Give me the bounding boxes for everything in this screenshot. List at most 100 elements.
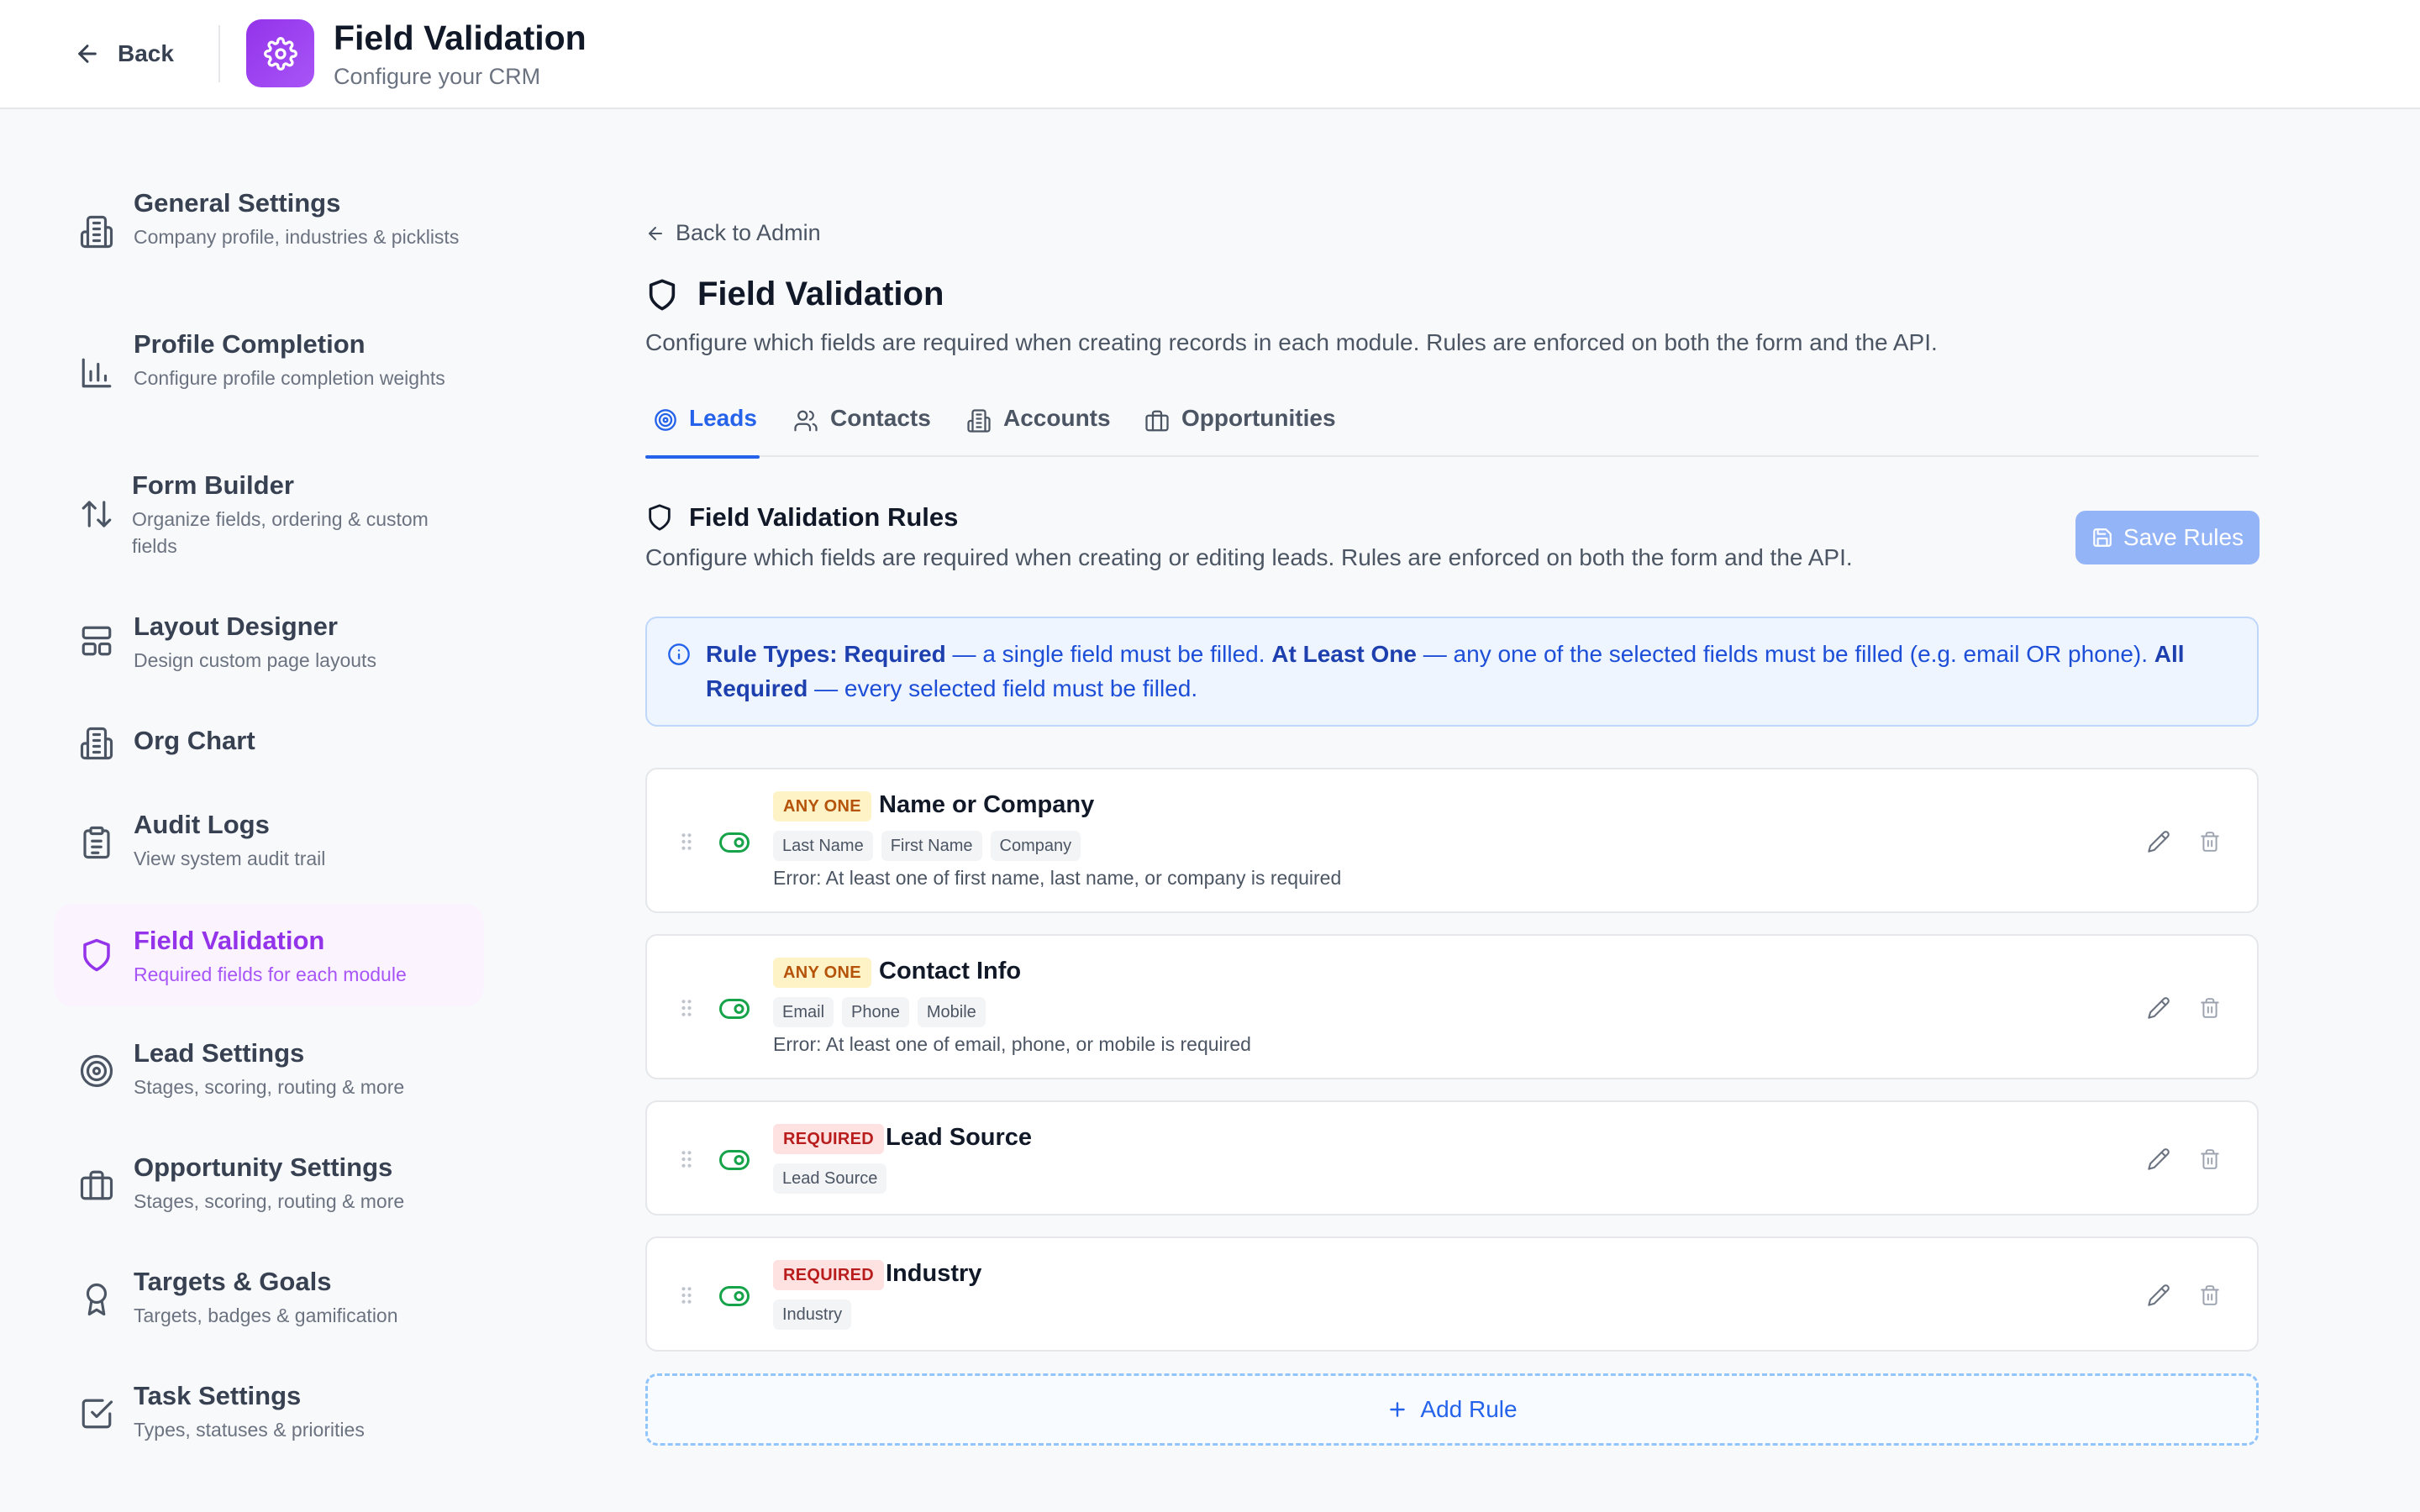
toggle-on-icon[interactable] — [719, 832, 750, 853]
rule-name: Contact Info — [879, 958, 1022, 984]
sidebar-item-desc: Organize fields, ordering & custom field… — [132, 508, 429, 557]
tab-contacts[interactable]: Contacts — [793, 393, 931, 457]
field-chip: First Name — [881, 831, 982, 861]
toggle-on-icon[interactable] — [719, 1150, 750, 1170]
section-title: Field Validation Rules — [689, 502, 959, 532]
sidebar-item-label: General Settings — [134, 188, 341, 218]
sidebar-item-targets-goals[interactable]: Targets & Goals Targets, badges & gamifi… — [54, 1265, 484, 1341]
bar-chart-icon — [79, 355, 114, 391]
field-chip: Lead Source — [773, 1163, 887, 1194]
rule-fields: Lead Source — [773, 1163, 887, 1194]
add-rule-label: Add Rule — [1420, 1396, 1518, 1422]
users-icon — [793, 408, 818, 433]
briefcase-icon — [79, 1168, 114, 1203]
sidebar-item-field-validation[interactable]: Field Validation Required fields for eac… — [54, 904, 484, 1006]
sidebar-item-desc: Required fields for each module — [134, 963, 407, 985]
award-icon — [79, 1282, 114, 1317]
sidebar-item-lead-settings[interactable]: Lead Settings Stages, scoring, routing &… — [54, 1037, 484, 1112]
delete-trash-icon[interactable] — [2193, 991, 2227, 1025]
back-button[interactable]: Back — [74, 34, 174, 74]
edit-pencil-icon[interactable] — [2142, 825, 2175, 858]
sidebar-item-desc: Design custom page layouts — [134, 649, 376, 671]
drag-handle-icon[interactable] — [681, 998, 692, 1018]
tab-label: Accounts — [1003, 405, 1111, 431]
edit-pencil-icon[interactable] — [2142, 1142, 2175, 1176]
sidebar-item-task-settings[interactable]: Task Settings Types, statuses & prioriti… — [54, 1379, 484, 1455]
field-chip: Industry — [773, 1299, 852, 1330]
sidebar-item-org-chart[interactable]: Org Chart — [54, 721, 484, 771]
section-description: Configure which fields are required when… — [645, 544, 1853, 570]
sidebar-item-profile-completion[interactable]: Profile Completion Configure profile com… — [54, 328, 484, 428]
layout-icon — [79, 623, 114, 659]
building-icon — [966, 408, 992, 433]
field-chip: Company — [990, 831, 1081, 861]
drag-handle-icon[interactable] — [681, 1149, 692, 1169]
rule-card: ANY ONE Name or Company Last Name First … — [645, 768, 2259, 913]
gear-icon — [246, 19, 314, 87]
sidebar-item-label: Form Builder — [132, 470, 294, 500]
sidebar-item-label: Opportunity Settings — [134, 1152, 393, 1182]
page-title: Field Validation — [697, 276, 944, 312]
tab-accounts[interactable]: Accounts — [966, 393, 1111, 457]
edit-pencil-icon[interactable] — [2142, 1278, 2175, 1312]
save-icon — [2091, 527, 2113, 549]
sidebar-item-opportunity-settings[interactable]: Opportunity Settings Stages, scoring, ro… — [54, 1151, 484, 1226]
back-to-admin-label: Back to Admin — [676, 220, 821, 245]
field-chip: Phone — [842, 997, 909, 1027]
add-rule-button[interactable]: Add Rule — [645, 1373, 2259, 1446]
drag-handle-icon[interactable] — [681, 1285, 692, 1305]
save-rules-button[interactable]: Save Rules — [2075, 511, 2260, 564]
shield-icon — [645, 278, 679, 312]
tab-leads[interactable]: Leads — [645, 393, 760, 459]
rule-fields: Last Name First Name Company — [773, 831, 1081, 861]
briefcase-icon — [1144, 408, 1170, 433]
sidebar-item-general-settings[interactable]: General Settings Company profile, indust… — [54, 186, 484, 287]
clipboard-icon — [79, 825, 114, 860]
tab-label: Contacts — [830, 405, 931, 431]
toggle-on-icon[interactable] — [719, 1286, 750, 1306]
sidebar-item-label: Lead Settings — [134, 1038, 305, 1068]
target-icon — [654, 408, 677, 432]
rule-types-info: Rule Types: Required — a single field mu… — [645, 617, 2259, 727]
toggle-on-icon[interactable] — [719, 999, 750, 1019]
sidebar-item-label: Targets & Goals — [134, 1267, 332, 1296]
tab-opportunities[interactable]: Opportunities — [1144, 393, 1336, 457]
page-heading: Field Validation — [645, 276, 944, 313]
drag-handle-icon[interactable] — [681, 832, 692, 852]
edit-pencil-icon[interactable] — [2142, 991, 2175, 1025]
delete-trash-icon[interactable] — [2193, 1278, 2227, 1312]
back-to-admin-link[interactable]: Back to Admin — [645, 220, 821, 246]
rule-type-badge: ANY ONE — [773, 791, 871, 822]
field-chip: Mobile — [917, 997, 986, 1027]
module-tabs: Leads Contacts Accounts Opportunities — [645, 393, 2259, 459]
plus-icon — [1386, 1399, 1408, 1420]
sidebar-item-label: Task Settings — [134, 1381, 302, 1410]
sidebar-item-layout-designer[interactable]: Layout Designer Design custom page layou… — [54, 610, 484, 685]
rule-name: Industry — [886, 1260, 982, 1287]
sidebar-item-desc: Stages, scoring, routing & more — [134, 1190, 405, 1212]
top-header: Back Field Validation Configure your CRM — [0, 0, 2420, 109]
delete-trash-icon[interactable] — [2193, 825, 2227, 858]
field-chip: Email — [773, 997, 834, 1027]
rule-name: Lead Source — [886, 1124, 1033, 1151]
delete-trash-icon[interactable] — [2193, 1142, 2227, 1176]
rule-fields: Email Phone Mobile — [773, 997, 986, 1027]
sidebar-item-label: Field Validation — [134, 926, 325, 955]
sidebar-item-desc: View system audit trail — [134, 848, 326, 869]
sidebar-item-audit-logs[interactable]: Audit Logs View system audit trail — [54, 808, 484, 884]
rule-type-badge: REQUIRED — [773, 1124, 884, 1154]
section-heading: Field Validation Rules — [645, 502, 958, 533]
arrow-left-icon — [74, 40, 101, 67]
target-icon — [79, 1053, 114, 1089]
sidebar-item-label: Profile Completion — [134, 329, 366, 359]
rule-type-badge: ANY ONE — [773, 958, 871, 988]
rule-card: REQUIRED Lead Source Lead Source — [645, 1100, 2259, 1215]
rule-name: Name or Company — [879, 791, 1095, 818]
sidebar-item-label: Audit Logs — [134, 810, 270, 839]
building-icon — [79, 726, 114, 761]
sidebar-item-form-builder[interactable]: Form Builder Organize fields, ordering &… — [54, 469, 484, 570]
check-square-icon — [79, 1396, 114, 1431]
page-description: Configure which fields are required when… — [645, 329, 1938, 355]
field-chip: Last Name — [773, 831, 873, 861]
save-rules-label: Save Rules — [2123, 524, 2244, 550]
